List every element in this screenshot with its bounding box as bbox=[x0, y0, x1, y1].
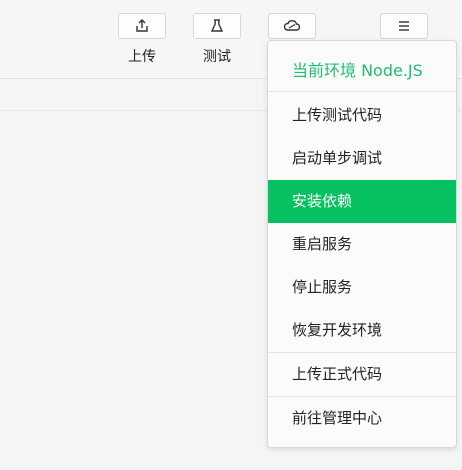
menu-item-start-step-debug[interactable]: 启动单步调试 bbox=[268, 137, 456, 180]
test-button[interactable] bbox=[193, 13, 241, 39]
flask-icon bbox=[210, 19, 224, 32]
menu-item-stop-service[interactable]: 停止服务 bbox=[268, 266, 456, 309]
menu-item-restore-dev-env[interactable]: 恢复开发环境 bbox=[268, 309, 456, 352]
menu-icon bbox=[399, 21, 409, 31]
menu-item-upload-release-code[interactable]: 上传正式代码 bbox=[268, 353, 456, 396]
menu-button[interactable] bbox=[380, 13, 428, 39]
menu-item-upload-test-code[interactable]: 上传测试代码 bbox=[268, 94, 456, 137]
upload-label: 上传 bbox=[128, 49, 156, 65]
test-label: 测试 bbox=[203, 49, 231, 65]
upload-icon bbox=[136, 19, 148, 32]
cloud-icon bbox=[283, 20, 301, 31]
test-tool[interactable]: 测试 bbox=[192, 13, 242, 71]
upload-button[interactable] bbox=[118, 13, 166, 39]
upload-tool[interactable]: 上传 bbox=[117, 13, 167, 71]
menu-item-install-dependencies[interactable]: 安装依赖 bbox=[268, 180, 456, 223]
menu-item-go-to-admin-center[interactable]: 前往管理中心 bbox=[268, 397, 456, 440]
cloud-button[interactable] bbox=[268, 13, 316, 39]
environment-dropdown-menu: 当前环境 Node.JS 上传测试代码 启动单步调试 安装依赖 重启服务 停止服… bbox=[267, 40, 457, 448]
menu-item-restart-service[interactable]: 重启服务 bbox=[268, 223, 456, 266]
menu-header: 当前环境 Node.JS bbox=[268, 41, 456, 92]
